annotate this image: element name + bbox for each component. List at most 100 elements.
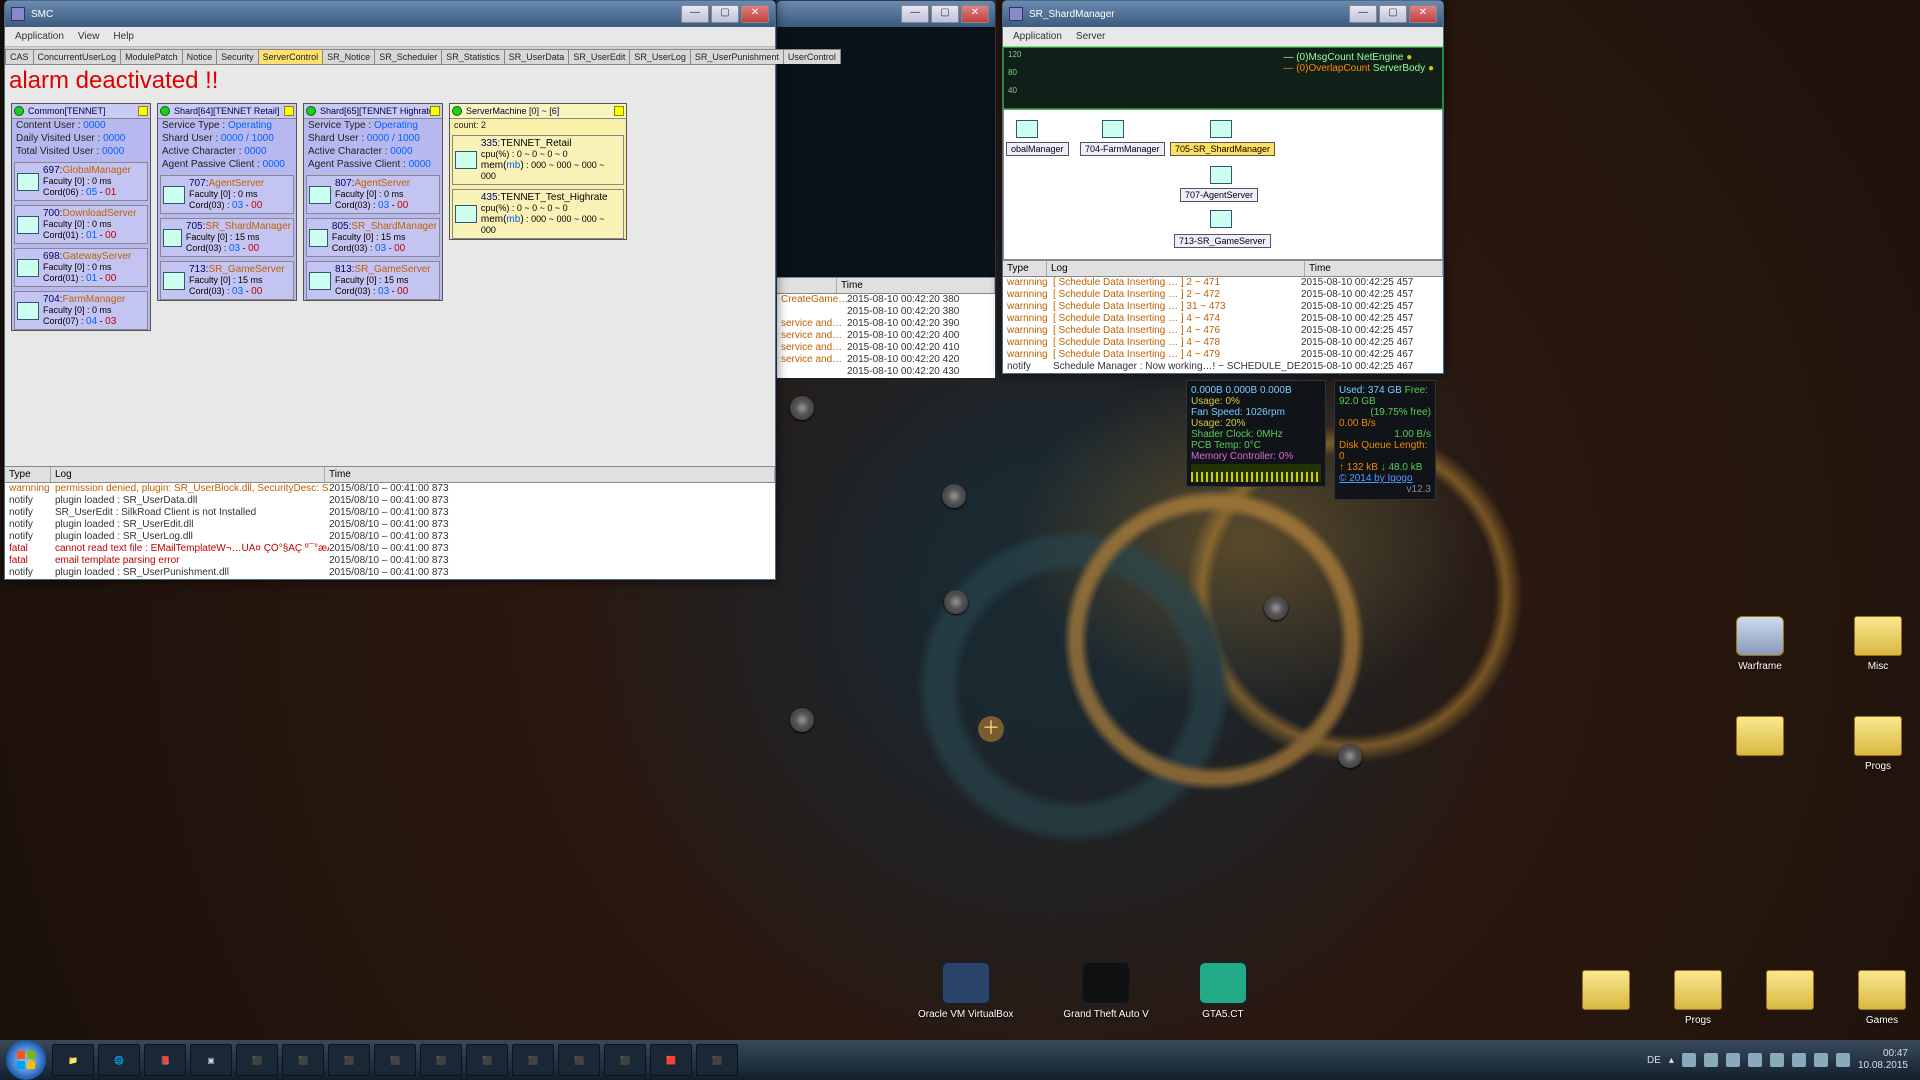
node-globalmanager[interactable]: obalManager: [1006, 142, 1069, 156]
server-entry[interactable]: 707:AgentServer Faculty [0] : 0 ms Cord(…: [160, 175, 294, 214]
maximize-button[interactable]: ▢: [1379, 5, 1407, 23]
taskbar-app-button[interactable]: 📕: [144, 1044, 186, 1076]
node-farmmanager[interactable]: 704-FarmManager: [1080, 142, 1165, 156]
tab-sr_statistics[interactable]: SR_Statistics: [441, 49, 505, 64]
log-row: notifySchedule Manager : Now working…! ~…: [1003, 361, 1443, 373]
tray-icon[interactable]: [1704, 1053, 1718, 1067]
tab-cas[interactable]: CAS: [5, 49, 34, 64]
tray-clock[interactable]: 00:4710.08.2015: [1858, 1048, 1914, 1072]
add-circle-icon[interactable]: ＋: [978, 716, 1004, 742]
tray-icon[interactable]: [1682, 1053, 1696, 1067]
desktop-icon-games[interactable]: Games: [1858, 970, 1906, 1026]
card-title: Common[TENNET]: [28, 106, 106, 116]
minimize-button[interactable]: —: [901, 5, 929, 23]
close-button[interactable]: ✕: [1409, 5, 1437, 23]
shard-graph-pane: 120 80 40 — (0)MsgCount NetEngine ● — (0…: [1003, 47, 1443, 109]
menu-item[interactable]: Application: [15, 31, 64, 42]
node-agentserver[interactable]: 707-AgentServer: [1180, 188, 1258, 202]
tray-icon[interactable]: [1726, 1053, 1740, 1067]
taskbar-app-button[interactable]: ⬛: [420, 1044, 462, 1076]
desktop-icon-gtav[interactable]: Grand Theft Auto V: [1063, 962, 1148, 1020]
tab-sr_scheduler[interactable]: SR_Scheduler: [374, 49, 442, 64]
minimize-button[interactable]: —: [681, 5, 709, 23]
taskbar-app-button[interactable]: 🌐: [98, 1044, 140, 1076]
smc-titlebar[interactable]: SMC — ▢ ✕: [5, 1, 775, 27]
machine-entry[interactable]: 335:TENNET_Retail cpu(%) : 0 ~ 0 ~ 0 ~ 0…: [452, 135, 624, 185]
taskbar-app-button[interactable]: 🟥: [650, 1044, 692, 1076]
server-entry[interactable]: 705:SR_ShardManager Faculty [0] : 15 ms …: [160, 218, 294, 257]
taskbar-app-button[interactable]: ⬛: [466, 1044, 508, 1076]
server-entry[interactable]: 698:GatewayServer Faculty [0] : 0 ms Cor…: [14, 248, 148, 287]
windows-logo-icon: [15, 1049, 37, 1071]
desktop-icon-progs[interactable]: Progs: [1674, 970, 1722, 1026]
tab-sr_userpunishment[interactable]: SR_UserPunishment: [690, 49, 784, 64]
card-shard-64[interactable]: Shard[64][TENNET Retail] Service Type : …: [157, 103, 297, 301]
desktop-icon-warframe[interactable]: Warframe: [1736, 616, 1784, 672]
smc-log-body[interactable]: warnningpermission denied, plugin: SR_Us…: [5, 483, 775, 579]
desktop-icon-folder[interactable]: [1766, 970, 1814, 1026]
taskbar-app-button[interactable]: ⬛: [282, 1044, 324, 1076]
server-entry[interactable]: 813:SR_GameServer Faculty [0] : 15 ms Co…: [306, 261, 440, 300]
node-shardmanager[interactable]: 705-SR_ShardManager: [1170, 142, 1275, 156]
tab-usercontrol[interactable]: UserControl: [783, 49, 841, 64]
taskbar-app-button[interactable]: ⬛: [696, 1044, 738, 1076]
taskbar-app-button[interactable]: 📁: [52, 1044, 94, 1076]
topology-pane[interactable]: obalManager 704-FarmManager 705-SR_Shard…: [1003, 109, 1443, 260]
tab-security[interactable]: Security: [216, 49, 259, 64]
maximize-button[interactable]: ▢: [931, 5, 959, 23]
monitor-icon: [17, 173, 39, 191]
taskbar-app-button[interactable]: ⬛: [558, 1044, 600, 1076]
tray-icon[interactable]: [1792, 1053, 1806, 1067]
node-gameserver[interactable]: 713-SR_GameServer: [1174, 234, 1271, 248]
card-shard-65[interactable]: Shard[65][TENNET Highrate] Service Type …: [303, 103, 443, 301]
tray-icon[interactable]: [1770, 1053, 1784, 1067]
tab-modulepatch[interactable]: ModulePatch: [120, 49, 183, 64]
tab-concurrentuserlog[interactable]: ConcurrentUserLog: [33, 49, 122, 64]
taskbar-app-button[interactable]: ⬛: [328, 1044, 370, 1076]
server-entry[interactable]: 713:SR_GameServer Faculty [0] : 15 ms Co…: [160, 261, 294, 300]
server-entry[interactable]: 807:AgentServer Faculty [0] : 0 ms Cord(…: [306, 175, 440, 214]
maximize-button[interactable]: ▢: [711, 5, 739, 23]
card-server-machine[interactable]: ServerMachine [0] ~ [6] count: 2 335:TEN…: [449, 103, 627, 240]
taskbar-app-button[interactable]: ⬛: [236, 1044, 278, 1076]
shard-titlebar[interactable]: SR_ShardManager — ▢ ✕: [1003, 1, 1443, 27]
tab-sr_notice[interactable]: SR_Notice: [322, 49, 375, 64]
desktop-icon-virtualbox[interactable]: Oracle VM VirtualBox: [918, 962, 1013, 1020]
desktop-icon-progs[interactable]: Progs: [1854, 716, 1902, 772]
server-entry[interactable]: 700:DownloadServer Faculty [0] : 0 ms Co…: [14, 205, 148, 244]
minimize-button[interactable]: —: [1349, 5, 1377, 23]
shard-log-body[interactable]: warnning[ Schedule Data Inserting … ] 2 …: [1003, 277, 1443, 373]
tab-notice[interactable]: Notice: [182, 49, 218, 64]
log-row: fatalcannot read text file : EMailTempla…: [5, 543, 775, 555]
server-entry[interactable]: 704:FarmManager Faculty [0] : 0 ms Cord(…: [14, 291, 148, 330]
desktop-icon-folder[interactable]: [1582, 970, 1630, 1026]
tray-icon[interactable]: [1748, 1053, 1762, 1067]
taskbar-app-button[interactable]: ⬛: [512, 1044, 554, 1076]
desktop-icon-folder[interactable]: [1736, 716, 1784, 772]
start-button[interactable]: [6, 1040, 46, 1080]
tab-sr_userdata[interactable]: SR_UserData: [504, 49, 570, 64]
tab-servercontrol[interactable]: ServerControl: [258, 49, 324, 64]
menu-item[interactable]: Help: [113, 31, 134, 42]
server-entry[interactable]: 805:SR_ShardManager Faculty [0] : 15 ms …: [306, 218, 440, 257]
tab-sr_userlog[interactable]: SR_UserLog: [629, 49, 691, 64]
credit-link[interactable]: © 2014 by Igogo: [1339, 473, 1413, 484]
tab-sr_useredit[interactable]: SR_UserEdit: [568, 49, 630, 64]
desktop-icon-misc[interactable]: Misc: [1854, 616, 1902, 672]
taskbar-app-button[interactable]: ▣: [190, 1044, 232, 1076]
machine-entry[interactable]: 435:TENNET_Test_Highrate cpu(%) : 0 ~ 0 …: [452, 189, 624, 239]
card-common[interactable]: Common[TENNET] Content User : 0000Daily …: [11, 103, 151, 331]
tray-icon[interactable]: [1814, 1053, 1828, 1067]
menu-item[interactable]: View: [78, 31, 100, 42]
desktop-icon-gta5ct[interactable]: GTA5.CT: [1199, 962, 1247, 1020]
close-button[interactable]: ✕: [741, 5, 769, 23]
taskbar-app-button[interactable]: ⬛: [374, 1044, 416, 1076]
menu-item[interactable]: Server: [1076, 31, 1105, 42]
menu-item[interactable]: Application: [1013, 31, 1062, 42]
tray-lang[interactable]: DE: [1647, 1055, 1661, 1066]
tray-icon[interactable]: [1836, 1053, 1850, 1067]
server-entry[interactable]: 697:GlobalManager Faculty [0] : 0 ms Cor…: [14, 162, 148, 201]
taskbar-app-button[interactable]: ⬛: [604, 1044, 646, 1076]
monitor-icon: [1210, 166, 1232, 184]
close-button[interactable]: ✕: [961, 5, 989, 23]
